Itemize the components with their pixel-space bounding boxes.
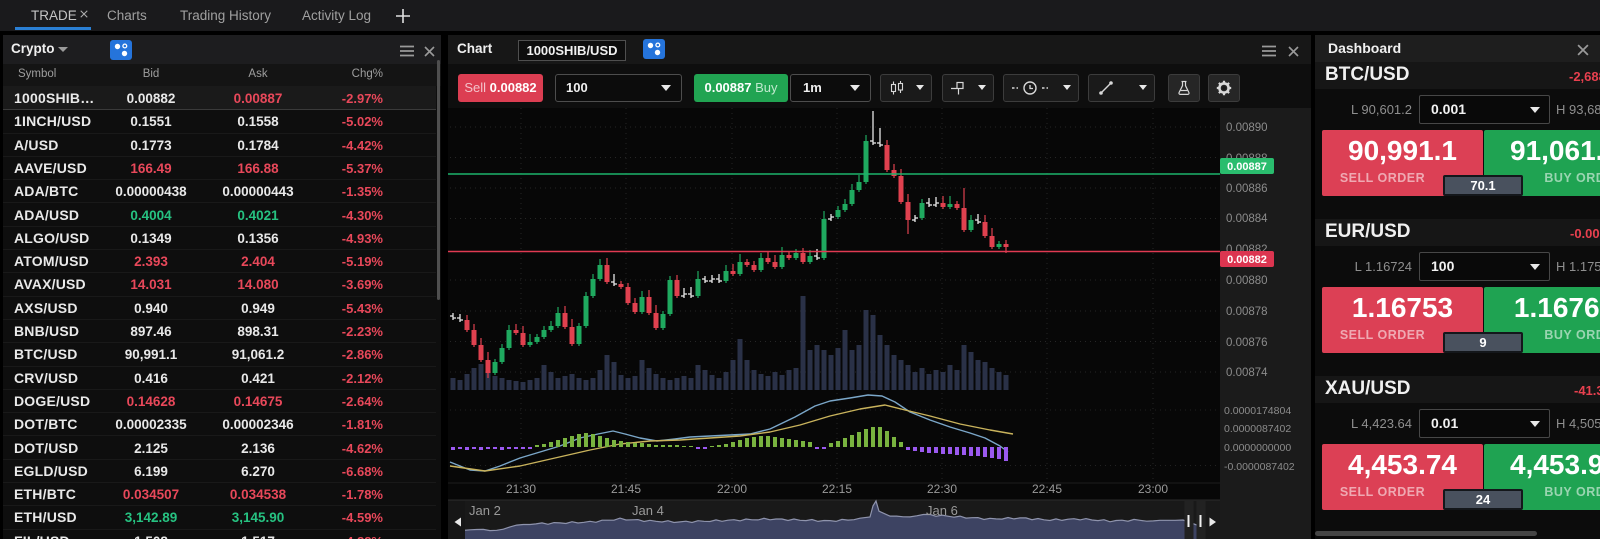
svg-text:0.0000000000: 0.0000000000 xyxy=(1224,442,1291,454)
svg-text:21:45: 21:45 xyxy=(611,482,641,496)
svg-text:22:45: 22:45 xyxy=(1032,482,1062,496)
svg-text:0.00886: 0.00886 xyxy=(1226,183,1268,195)
svg-text:0.00878: 0.00878 xyxy=(1226,306,1268,318)
svg-text:0.00880: 0.00880 xyxy=(1226,275,1268,287)
svg-text:-0.0000087402: -0.0000087402 xyxy=(1224,461,1295,473)
svg-text:Jan 6: Jan 6 xyxy=(926,503,958,518)
svg-text:22:15: 22:15 xyxy=(822,482,852,496)
svg-text:0.0000087402: 0.0000087402 xyxy=(1224,423,1291,435)
svg-text:0.00876: 0.00876 xyxy=(1226,337,1268,349)
svg-text:21:30: 21:30 xyxy=(506,482,536,496)
svg-text:22:30: 22:30 xyxy=(927,482,957,496)
svg-text:0.00882: 0.00882 xyxy=(1227,254,1267,266)
svg-text:23:00: 23:00 xyxy=(1138,482,1168,496)
svg-text:Jan 4: Jan 4 xyxy=(632,503,664,518)
svg-text:0.00874: 0.00874 xyxy=(1226,367,1268,379)
svg-text:0.00890: 0.00890 xyxy=(1226,122,1268,134)
svg-text:Jan 2: Jan 2 xyxy=(469,503,501,518)
svg-text:0.00887: 0.00887 xyxy=(1227,161,1267,173)
svg-text:0.00884: 0.00884 xyxy=(1226,213,1268,225)
svg-text:22:00: 22:00 xyxy=(717,482,747,496)
svg-text:0.0000174804: 0.0000174804 xyxy=(1224,405,1291,417)
